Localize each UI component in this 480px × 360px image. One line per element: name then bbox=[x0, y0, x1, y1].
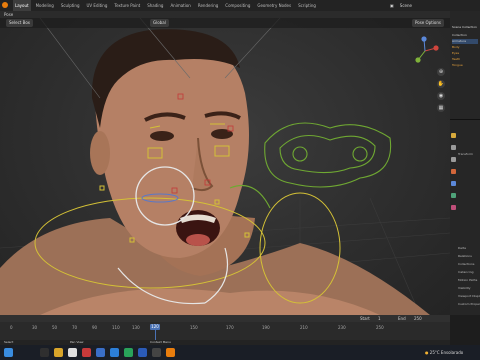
timeline-tick: 230 bbox=[338, 325, 346, 330]
timeline-header: Start 1 End 250 bbox=[0, 315, 450, 322]
store-icon[interactable] bbox=[96, 348, 105, 357]
tab-geometry-nodes[interactable]: Geometry Nodes bbox=[255, 0, 293, 11]
axis-gizmo-icon[interactable] bbox=[410, 36, 440, 66]
pose-options-button[interactable]: Pose Options bbox=[412, 19, 444, 27]
properties-section[interactable]: Instancing bbox=[458, 269, 480, 275]
mail-icon[interactable] bbox=[110, 348, 119, 357]
scene-icon: ▣ bbox=[390, 3, 394, 8]
left-eye-shape bbox=[150, 131, 174, 141]
chrome-icon[interactable] bbox=[68, 348, 77, 357]
tab-texture-paint[interactable]: Texture Paint bbox=[112, 0, 142, 11]
properties-section[interactable]: Transform bbox=[458, 151, 480, 157]
timeline-tick: 110 bbox=[112, 325, 120, 330]
grid-toggle-icon[interactable]: ▦ bbox=[437, 104, 445, 112]
timeline-tick: 70 bbox=[72, 325, 78, 330]
tab-shading[interactable]: Shading bbox=[145, 0, 165, 11]
mode-selector[interactable]: Pose bbox=[4, 11, 13, 18]
timeline-tick: 150 bbox=[190, 325, 198, 330]
ear-shape bbox=[90, 131, 110, 175]
properties-section[interactable]: Collections bbox=[458, 261, 480, 267]
weather-widget[interactable]: ● 25°C Ensolarado bbox=[425, 345, 463, 360]
start-frame-field[interactable]: 1 bbox=[378, 315, 381, 322]
outliner-item[interactable]: Armature bbox=[452, 39, 478, 44]
render-properties-icon[interactable] bbox=[451, 145, 456, 150]
global-transform-dropdown[interactable]: Global bbox=[150, 19, 169, 27]
viewport-header: Select Box Global Pose Options bbox=[0, 18, 450, 28]
windows-taskbar: ● 25°C Ensolarado bbox=[0, 345, 480, 360]
outliner-item[interactable]: Collection bbox=[452, 33, 478, 38]
scene-selector[interactable]: ▣ Scene bbox=[384, 0, 480, 11]
scene-name[interactable]: Scene bbox=[400, 0, 412, 11]
sun-icon: ● bbox=[425, 350, 429, 355]
navigation-gizmo[interactable] bbox=[410, 36, 440, 66]
properties-section[interactable]: Visibility bbox=[458, 285, 480, 291]
object-properties-icon[interactable] bbox=[451, 169, 456, 174]
timeline-tick: 250 bbox=[376, 325, 384, 330]
select-box-button[interactable]: Select Box bbox=[6, 19, 34, 27]
word-icon[interactable] bbox=[138, 348, 147, 357]
app-icon[interactable] bbox=[152, 348, 161, 357]
outliner-item[interactable]: Teeth bbox=[452, 57, 478, 62]
pan-hand-icon[interactable]: ✋ bbox=[437, 80, 445, 88]
start-label: Start bbox=[360, 316, 370, 321]
right-panel: Scene Collection Collection Armature Bod… bbox=[450, 11, 480, 315]
blender-taskbar-icon[interactable] bbox=[166, 348, 175, 357]
file-explorer-icon[interactable] bbox=[54, 348, 63, 357]
properties-section[interactable]: Relations bbox=[458, 253, 480, 259]
camera-icon[interactable]: ◉ bbox=[437, 92, 445, 100]
right-eye-shape bbox=[211, 129, 233, 139]
timeline-tick: 0 bbox=[10, 325, 13, 330]
properties-section[interactable]: Custom Properties bbox=[458, 301, 480, 307]
timeline-tick: 50 bbox=[52, 325, 58, 330]
blender-logo-icon[interactable] bbox=[2, 2, 8, 8]
weather-text: 25°C Ensolarado bbox=[429, 350, 464, 355]
outliner-item[interactable]: Eyes bbox=[452, 51, 478, 56]
outliner-item[interactable]: Tongue bbox=[452, 63, 478, 68]
bone-properties-icon[interactable] bbox=[451, 193, 456, 198]
tab-modeling[interactable]: Modeling bbox=[34, 0, 56, 11]
tab-animation[interactable]: Animation bbox=[168, 0, 192, 11]
timeline-tick: 170 bbox=[226, 325, 234, 330]
tool-properties-icon[interactable] bbox=[451, 133, 456, 138]
timeline-tick: 210 bbox=[300, 325, 308, 330]
tab-sculpting[interactable]: Sculpting bbox=[59, 0, 82, 11]
modifier-properties-icon[interactable] bbox=[451, 181, 456, 186]
tab-scripting[interactable]: Scripting bbox=[296, 0, 318, 11]
3d-viewport[interactable]: Select Box Global Pose Options ⊕ ✋ ◉ ▦ bbox=[0, 18, 450, 315]
timeline-tick: 130 bbox=[132, 325, 140, 330]
properties-section[interactable]: Motion Paths bbox=[458, 277, 480, 283]
properties-section[interactable]: Delta bbox=[458, 245, 480, 251]
tab-layout[interactable]: Layout bbox=[13, 0, 31, 11]
windows-start-icon[interactable] bbox=[4, 348, 13, 357]
excel-icon[interactable] bbox=[124, 348, 133, 357]
material-properties-icon[interactable] bbox=[451, 205, 456, 210]
end-frame-field[interactable]: 250 bbox=[414, 315, 422, 322]
top-bar: Layout Modeling Sculpting UV Editing Tex… bbox=[0, 0, 480, 18]
viewport-scene[interactable] bbox=[0, 18, 450, 315]
workspace-tabs: Layout Modeling Sculpting UV Editing Tex… bbox=[0, 0, 318, 11]
timeline-tick: 90 bbox=[92, 325, 98, 330]
search-icon[interactable] bbox=[40, 348, 49, 357]
timeline-tick: 190 bbox=[262, 325, 270, 330]
panel-divider bbox=[450, 119, 480, 120]
tab-rendering[interactable]: Rendering bbox=[196, 0, 220, 11]
properties-section[interactable]: Viewport Display bbox=[458, 293, 480, 299]
tab-compositing[interactable]: Compositing bbox=[223, 0, 252, 11]
output-properties-icon[interactable] bbox=[451, 157, 456, 162]
end-label: End bbox=[398, 316, 406, 321]
outliner-item[interactable]: Body bbox=[452, 45, 478, 50]
opera-icon[interactable] bbox=[82, 348, 91, 357]
editor-header: Pose bbox=[0, 11, 450, 18]
timeline-tick: 30 bbox=[32, 325, 38, 330]
zoom-icon[interactable]: ⊕ bbox=[437, 68, 445, 76]
tab-uv-editing[interactable]: UV Editing bbox=[85, 0, 110, 11]
outliner-title: Scene Collection bbox=[452, 25, 477, 29]
